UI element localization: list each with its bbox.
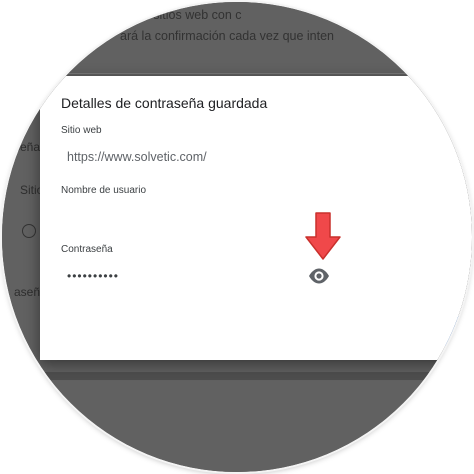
background-text-line: te en sitios web con c — [122, 8, 242, 22]
screenshot-stage: te en sitios web con c ará la confirmaci… — [0, 0, 474, 474]
magnifier-circle: te en sitios web con c ará la confirmaci… — [2, 2, 472, 472]
site-value[interactable]: https://www.solvetic.com/ — [67, 150, 207, 164]
password-label: Contraseña — [61, 244, 113, 255]
background-text-line: ará la confirmación cada vez que inten — [120, 29, 335, 43]
background-search-icon — [22, 224, 36, 238]
password-value[interactable]: •••••••••• — [67, 269, 119, 283]
username-label: Nombre de usuario — [61, 185, 147, 196]
show-password-button[interactable] — [308, 267, 330, 285]
background-divider — [40, 73, 460, 74]
saved-password-dialog: Detalles de contraseña guardada Sitio we… — [40, 76, 472, 360]
dialog-title: Detalles de contraseña guardada — [61, 95, 268, 111]
background-side-text: seña — [14, 140, 41, 154]
site-label: Sitio web — [61, 125, 102, 136]
red-down-arrow-icon — [305, 212, 341, 260]
background-bottom-bar — [2, 372, 472, 380]
eye-icon — [309, 268, 329, 284]
